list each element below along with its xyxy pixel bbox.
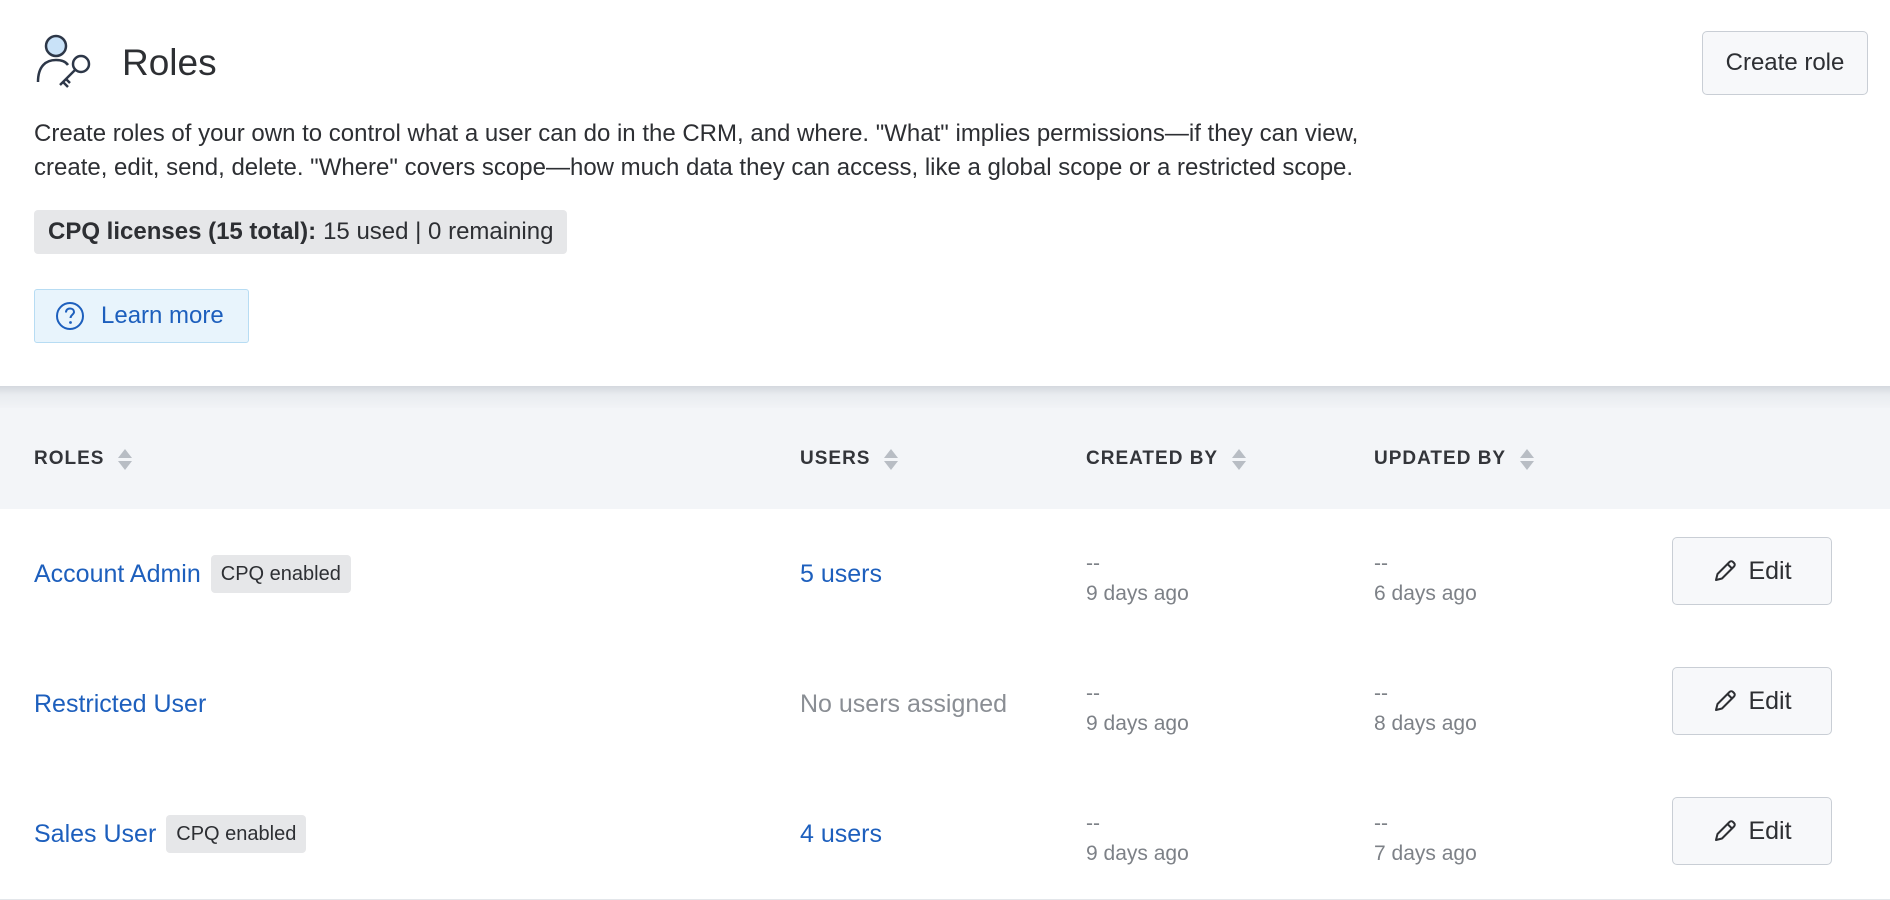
column-header-updated-by[interactable]: UPDATED BY — [1374, 408, 1535, 510]
edit-button[interactable]: Edit — [1672, 537, 1832, 605]
table-row: Sales User CPQ enabled 4 users -- 9 days… — [0, 769, 1890, 900]
table-header: ROLES USERS CREATED BY UPDATED BY — [0, 408, 1890, 511]
created-by-name: -- — [1086, 812, 1100, 835]
edit-label: Edit — [1748, 556, 1792, 585]
table-row: Account Admin CPQ enabled 5 users -- 9 d… — [0, 509, 1890, 640]
users-cell: 5 users — [800, 509, 882, 639]
role-cell: Restricted User — [34, 639, 206, 769]
role-cell: Account Admin CPQ enabled — [34, 509, 351, 639]
updated-by-name: -- — [1374, 552, 1388, 575]
sort-icon — [1232, 448, 1247, 470]
role-link[interactable]: Restricted User — [34, 690, 206, 719]
column-label: CREATED BY — [1086, 448, 1219, 469]
description-line-1: Create roles of your own to control what… — [34, 120, 1359, 147]
license-label: CPQ licenses (15 total): — [48, 218, 317, 245]
cpq-enabled-badge: CPQ enabled — [210, 555, 351, 593]
created-by-time: 9 days ago — [1086, 712, 1189, 735]
users-link[interactable]: 4 users — [800, 820, 882, 849]
cpq-license-badge: CPQ licenses (15 total): 15 used | 0 rem… — [34, 210, 568, 254]
updated-by-name: -- — [1374, 812, 1388, 835]
role-cell: Sales User CPQ enabled — [34, 769, 307, 899]
edit-label: Edit — [1748, 686, 1792, 715]
updated-by-time: 6 days ago — [1374, 582, 1477, 605]
sort-icon — [884, 448, 899, 470]
updated-by-time: 8 days ago — [1374, 712, 1477, 735]
updated-by-cell: -- 7 days ago — [1374, 809, 1477, 869]
description-line-2: create, edit, send, delete. "Where" cove… — [34, 154, 1354, 181]
created-by-name: -- — [1086, 552, 1100, 575]
updated-by-name: -- — [1374, 682, 1388, 705]
column-label: ROLES — [34, 448, 105, 469]
created-by-cell: -- 9 days ago — [1086, 549, 1189, 609]
pencil-icon — [1715, 690, 1737, 711]
column-label: USERS — [800, 448, 871, 469]
no-users-text: No users assigned — [800, 689, 1008, 718]
cpq-enabled-badge: CPQ enabled — [166, 815, 307, 853]
sort-icon — [118, 448, 133, 470]
column-label: UPDATED BY — [1374, 448, 1507, 469]
question-circle-icon — [56, 302, 84, 330]
created-by-name: -- — [1086, 682, 1100, 705]
users-cell: No users assigned — [800, 639, 1007, 769]
role-link[interactable]: Sales User — [34, 820, 156, 849]
created-by-cell: -- 9 days ago — [1086, 809, 1189, 869]
role-link[interactable]: Account Admin — [34, 560, 201, 589]
updated-by-time: 7 days ago — [1374, 842, 1477, 865]
page-description: Create roles of your own to control what… — [34, 117, 1484, 185]
pencil-icon — [1715, 560, 1737, 581]
edit-label: Edit — [1748, 816, 1792, 845]
license-value: 15 used | 0 remaining — [323, 218, 554, 245]
learn-more-button[interactable]: Learn more — [34, 289, 249, 343]
column-header-users[interactable]: USERS — [800, 408, 899, 510]
updated-by-cell: -- 6 days ago — [1374, 549, 1477, 609]
sort-icon — [1520, 448, 1535, 470]
user-key-icon — [36, 34, 91, 88]
created-by-cell: -- 9 days ago — [1086, 679, 1189, 739]
created-by-time: 9 days ago — [1086, 582, 1189, 605]
roles-header: Roles Create role Create roles of your o… — [0, 0, 1890, 386]
column-header-created-by[interactable]: CREATED BY — [1086, 408, 1247, 510]
edit-button[interactable]: Edit — [1672, 797, 1832, 865]
created-by-time: 9 days ago — [1086, 842, 1189, 865]
learn-more-label: Learn more — [101, 302, 224, 329]
header-divider — [0, 386, 1890, 408]
page-title: Roles — [122, 42, 217, 83]
column-header-roles[interactable]: ROLES — [34, 408, 133, 510]
table-row: Restricted User No users assigned -- 9 d… — [0, 639, 1890, 770]
users-cell: 4 users — [800, 769, 882, 899]
edit-button[interactable]: Edit — [1672, 667, 1832, 735]
updated-by-cell: -- 8 days ago — [1374, 679, 1477, 739]
users-link[interactable]: 5 users — [800, 560, 882, 589]
create-role-button[interactable]: Create role — [1702, 31, 1868, 95]
pencil-icon — [1715, 820, 1737, 841]
